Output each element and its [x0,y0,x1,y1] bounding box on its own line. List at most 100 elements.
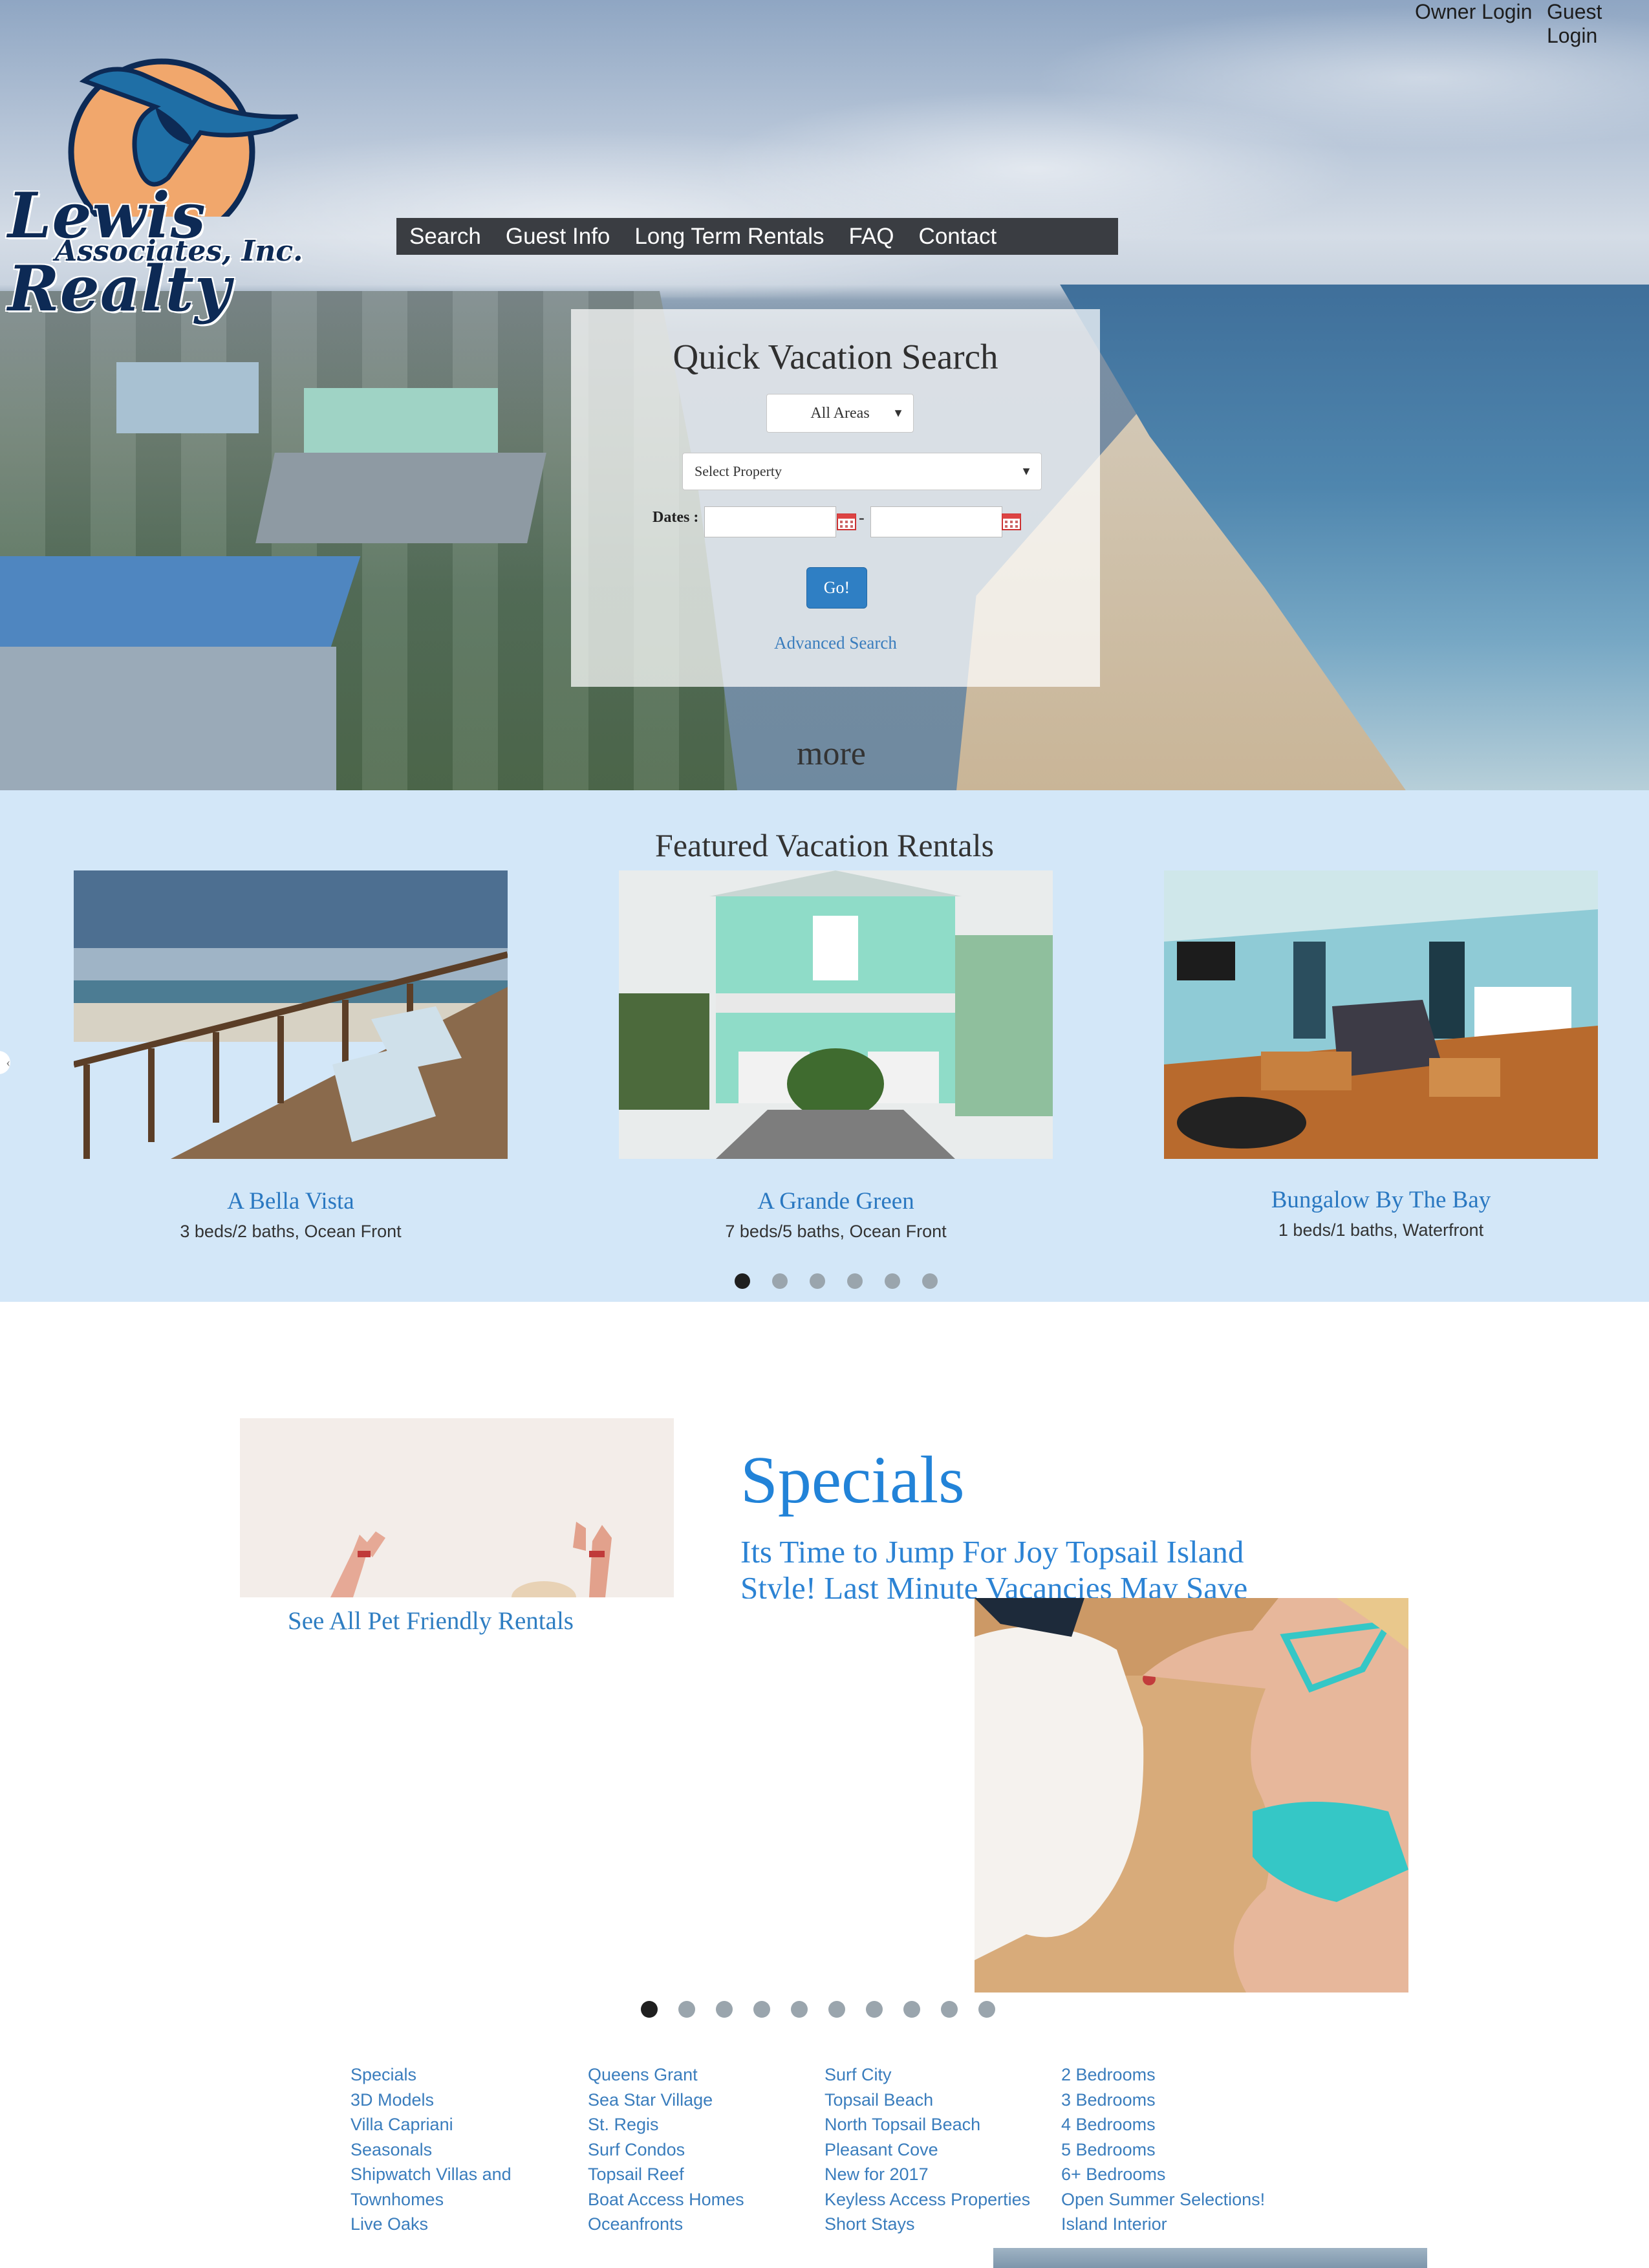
footer-link[interactable]: New for 2017 [824,2162,1030,2187]
lewis-realty-logo[interactable]: Lewis Realty Associates, Inc. [6,49,330,325]
rental-name[interactable]: Bungalow By The Bay [1164,1186,1598,1214]
rental-card[interactable]: A Grande Green 7 beds/5 baths, Ocean Fro… [619,870,1053,1242]
girl-with-dog-photo[interactable] [975,1598,1408,1993]
carousel-dot[interactable] [885,1273,900,1289]
footer-link[interactable]: Short Stays [824,2212,1030,2237]
quick-search-panel: Quick Vacation Search All Areas ▼ Select… [571,309,1100,687]
footer-link[interactable]: Keyless Access Properties [824,2187,1030,2212]
footer-link[interactable]: Seasonals [350,2137,544,2163]
featured-title: Featured Vacation Rentals [655,827,994,863]
specials-text[interactable]: Its Time to Jump For Joy Topsail Island … [740,1534,1322,1599]
carousel-dot[interactable] [716,2001,733,2018]
carousel-dot[interactable] [753,2001,770,2018]
areas-select-value: All Areas [810,404,870,422]
arrival-date-input[interactable] [704,506,836,537]
footer-link[interactable]: 2 Bedrooms [1061,2062,1265,2088]
rental-photo[interactable] [619,870,1053,1159]
footer-links-column: Surf City Topsail Beach North Topsail Beac… [824,2062,1030,2237]
featured-rentals-section: Featured Vacation Rentals ‹ A Bella Vist… [0,790,1649,1302]
carousel-dot[interactable] [678,2001,695,2018]
specials-carousel-dots [641,2001,1016,2018]
footer-link[interactable]: 3 Bedrooms [1061,2088,1265,2113]
calendar-icon[interactable] [837,512,856,530]
carousel-dot[interactable] [735,1273,750,1289]
calendar-icon[interactable] [1002,512,1021,530]
rental-name[interactable]: A Grande Green [619,1187,1053,1215]
footer-link[interactable]: Oceanfronts [588,2212,744,2237]
footer-link[interactable]: 4 Bedrooms [1061,2112,1265,2137]
hero-roof [255,453,546,543]
hero-house [0,647,336,790]
footer-link[interactable]: Specials [350,2062,544,2088]
carousel-dot[interactable] [791,2001,808,2018]
chevron-left-icon[interactable]: ‹ [0,1051,10,1074]
logo-subtitle: Associates, Inc. [55,235,303,268]
rental-photo[interactable] [74,870,508,1159]
rental-card[interactable]: A Bella Vista 3 beds/2 baths, Ocean Fron… [74,870,508,1242]
departure-date-input[interactable] [870,506,1002,537]
hero-house [116,362,259,433]
featured-carousel-dots [735,1273,960,1289]
nav-item-guest-info[interactable]: Guest Info [506,224,610,250]
footer-link[interactable]: Queens Grant [588,2062,744,2088]
footer-link[interactable]: St. Regis [588,2112,744,2137]
go-button[interactable]: Go! [806,567,867,609]
footer-link[interactable]: North Topsail Beach [824,2112,1030,2137]
footer-link[interactable]: Surf Condos [588,2137,744,2163]
rental-description: 3 beds/2 baths, Ocean Front [180,1222,402,1241]
property-select[interactable]: Select Property ▼ [682,453,1042,490]
carousel-dot[interactable] [847,1273,863,1289]
raised-hands-photo [240,1418,674,1597]
rental-photo[interactable] [1164,870,1598,1159]
pet-friendly-rentals-link[interactable]: See All Pet Friendly Rentals [288,1606,574,1636]
footer-link[interactable]: Topsail Beach [824,2088,1030,2113]
advanced-search-link[interactable]: Advanced Search [571,633,1100,653]
nav-item-contact[interactable]: Contact [919,224,997,250]
carousel-dot[interactable] [641,2001,658,2018]
footer-link[interactable]: 5 Bedrooms [1061,2137,1265,2163]
nav-item-search[interactable]: Search [409,224,481,250]
green-house-photo [619,870,1053,1159]
carousel-dot[interactable] [810,1273,825,1289]
carousel-dot[interactable] [866,2001,883,2018]
carousel-dot[interactable] [903,2001,920,2018]
footer-photo [993,2248,1427,2268]
footer-link[interactable]: Open Summer Selections! [1061,2187,1265,2212]
dropdown-arrow-icon: ▼ [892,406,904,420]
footer-link[interactable]: Sea Star Village [588,2088,744,2113]
more-link[interactable]: more [797,735,866,773]
carousel-dot[interactable] [828,2001,845,2018]
footer-link[interactable]: Pleasant Cove [824,2137,1030,2163]
footer-link[interactable]: Surf City [824,2062,1030,2088]
footer-link[interactable]: Boat Access Homes [588,2187,744,2212]
footer-link[interactable]: 3D Models [350,2088,544,2113]
dropdown-arrow-icon: ▼ [1020,464,1032,478]
living-room-photo [1164,870,1598,1159]
footer-link[interactable]: Villa Capriani [350,2112,544,2137]
footer-link[interactable]: Live Oaks [350,2212,544,2237]
footer-link[interactable]: Shipwatch Villas and Townhomes [350,2162,544,2212]
footer-link[interactable]: Island Interior [1061,2212,1265,2237]
carousel-dot[interactable] [978,2001,995,2018]
nav-item-long-term-rentals[interactable]: Long Term Rentals [634,224,824,250]
footer-link[interactable]: 6+ Bedrooms [1061,2162,1265,2187]
specials-heading[interactable]: Specials [740,1442,965,1518]
carousel-dot[interactable] [941,2001,958,2018]
date-separator: - [859,508,865,527]
carousel-dot[interactable] [772,1273,788,1289]
carousel-dot[interactable] [922,1273,938,1289]
nav-item-faq[interactable]: FAQ [849,224,894,250]
footer-links-column: Specials 3D Models Villa Capriani Seasonals… [350,2062,544,2237]
owner-login-link[interactable]: Owner Login [1415,0,1532,24]
footer-link[interactable]: Topsail Reef [588,2162,744,2187]
rental-card[interactable]: Bungalow By The Bay 1 beds/1 baths, Wate… [1164,870,1598,1240]
rental-description: 1 beds/1 baths, Waterfront [1278,1220,1484,1240]
beach-dog-photo [975,1598,1408,1993]
areas-select[interactable]: All Areas ▼ [766,394,914,433]
rental-name[interactable]: A Bella Vista [74,1187,508,1215]
rental-description: 7 beds/5 baths, Ocean Front [725,1222,947,1241]
jump-for-joy-photo[interactable] [240,1418,674,1597]
dates-label: Dates : [652,509,699,526]
guest-login-link[interactable]: Guest Login [1547,0,1649,48]
main-nav: Search Guest Info Long Term Rentals FAQ … [396,218,1118,255]
